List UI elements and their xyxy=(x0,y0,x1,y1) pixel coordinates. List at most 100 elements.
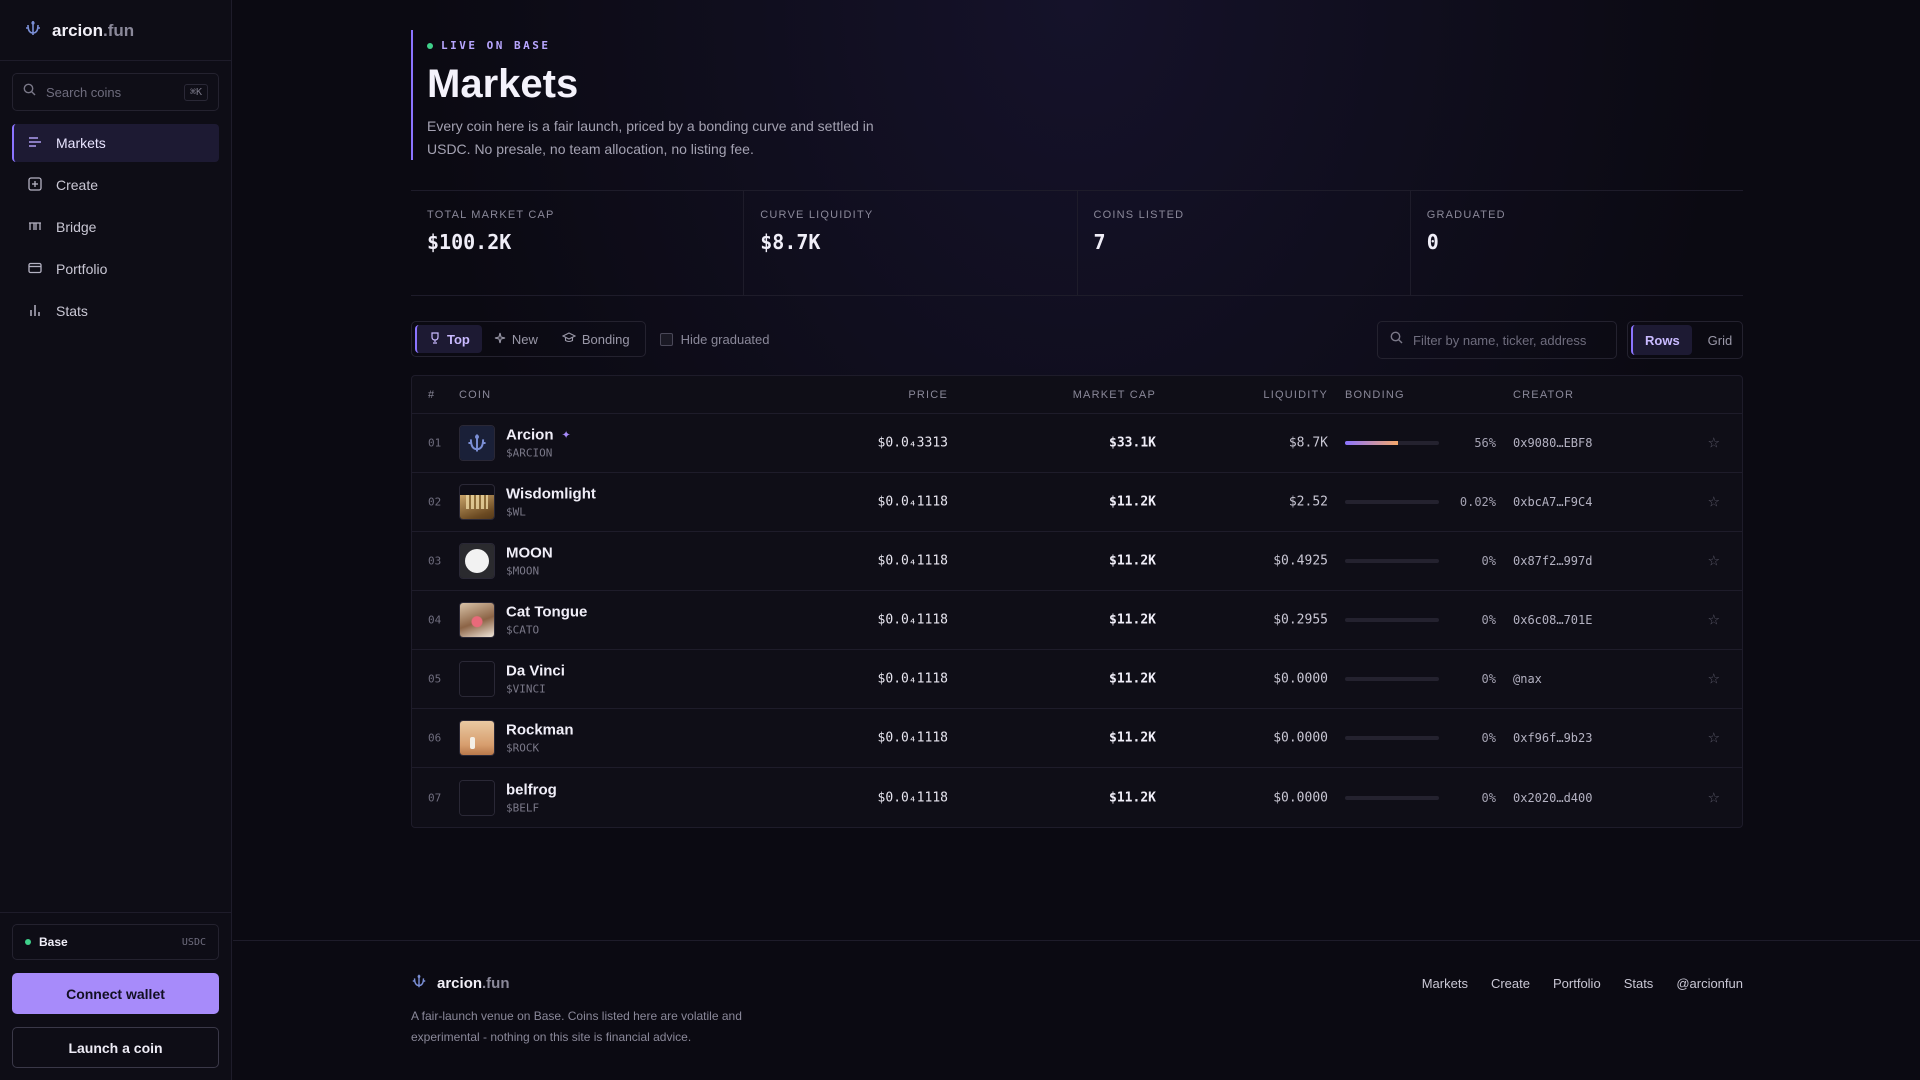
stat-label: TOTAL MARKET CAP xyxy=(427,209,555,221)
star-icon[interactable]: ☆ xyxy=(1707,494,1720,511)
coin-info[interactable]: Wisdomlight $WL xyxy=(506,486,596,519)
table-row[interactable]: 01 Arcion ✦ $ARCION $0.0₄3313 $33.1K $8.7K 56% 0… xyxy=(412,414,1742,473)
arcion-logo-icon xyxy=(24,19,42,42)
table-row[interactable]: 02 Wisdomlight $WL $0.0₄1118 $11.2K $2.52 0.02… xyxy=(412,473,1742,532)
footer-link-twitter[interactable]: @arcionfun xyxy=(1676,976,1743,991)
coin-ticker: $BELF xyxy=(506,801,540,814)
table-row[interactable]: 07 belfrog $BELF $0.0₄1118 $11.2K $0.0000 0% 0x… xyxy=(412,768,1742,827)
sidebar-item-portfolio[interactable]: Portfolio xyxy=(12,250,219,288)
coin-info[interactable]: Da Vinci $VINCI xyxy=(506,663,565,696)
coin-price: $0.0₄1118 xyxy=(877,790,948,805)
coin-creator[interactable]: 0x6c08…701E xyxy=(1513,613,1592,627)
tab-new[interactable]: New xyxy=(482,325,550,353)
coin-liquidity: $0.0000 xyxy=(1273,790,1328,805)
bonding-progress-bar xyxy=(1345,441,1439,445)
search-icon xyxy=(23,83,36,101)
table-row[interactable]: 03 MOON $MOON $0.0₄1118 $11.2K $0.4925 0% 0x87f… xyxy=(412,532,1742,591)
search-input[interactable]: Search coins xyxy=(46,85,174,100)
header-market-cap[interactable]: MARKET CAP xyxy=(1073,389,1156,401)
row-rank: 06 xyxy=(428,731,442,745)
table-row[interactable]: 04 Cat Tongue $CATO $0.0₄1118 $11.2K $0.2955 0… xyxy=(412,591,1742,650)
star-icon[interactable]: ☆ xyxy=(1707,789,1720,806)
header-coin[interactable]: COIN xyxy=(459,389,491,401)
view-rows-button[interactable]: Rows xyxy=(1631,325,1692,355)
coin-market-cap: $33.1K xyxy=(1109,435,1156,451)
search-box[interactable]: Search coins ⌘K xyxy=(12,73,219,111)
main-content: LIVE ON BASE Markets Every coin here is … xyxy=(233,0,1920,1080)
table-row[interactable]: 05 Da Vinci $VINCI $0.0₄1118 $11.2K $0.0000 0%… xyxy=(412,650,1742,709)
sidebar-item-label: Markets xyxy=(56,135,106,151)
coin-info[interactable]: Cat Tongue $CATO xyxy=(506,604,587,637)
coin-info[interactable]: MOON $MOON xyxy=(506,545,553,578)
coin-liquidity: $0.2955 xyxy=(1273,612,1328,628)
coin-creator[interactable]: 0x9080…EBF8 xyxy=(1513,436,1592,450)
bonding-percent: 0% xyxy=(1481,731,1496,745)
coin-info[interactable]: Arcion ✦ $ARCION xyxy=(506,427,571,460)
coin-market-cap: $11.2K xyxy=(1109,790,1156,805)
coin-liquidity: $0.0000 xyxy=(1273,730,1328,746)
footer-link-portfolio[interactable]: Portfolio xyxy=(1553,976,1601,991)
star-icon[interactable]: ☆ xyxy=(1707,612,1720,629)
sidebar-item-create[interactable]: Create xyxy=(12,166,219,204)
tab-label: Top xyxy=(447,331,470,347)
stat-graduated: GRADUATED 0 xyxy=(1411,191,1743,295)
star-icon[interactable]: ☆ xyxy=(1707,435,1720,452)
footer-link-markets[interactable]: Markets xyxy=(1422,976,1468,991)
tab-bonding[interactable]: Bonding xyxy=(550,325,642,353)
filter-search-box[interactable]: Filter by name, ticker, address xyxy=(1377,321,1617,359)
star-icon[interactable]: ☆ xyxy=(1707,730,1720,747)
header-bonding[interactable]: BONDING xyxy=(1345,389,1405,401)
live-badge: LIVE ON BASE xyxy=(427,39,887,52)
bonding-percent: 56% xyxy=(1474,436,1496,450)
brand-name: arcion.fun xyxy=(52,20,135,40)
tab-top[interactable]: Top xyxy=(415,325,482,353)
sidebar-item-bridge[interactable]: Bridge xyxy=(12,208,219,246)
coin-market-cap: $11.2K xyxy=(1109,553,1156,569)
coin-creator[interactable]: @nax xyxy=(1513,672,1542,686)
header-price[interactable]: PRICE xyxy=(908,389,948,401)
footer-link-stats[interactable]: Stats xyxy=(1624,976,1654,991)
launch-coin-button[interactable]: Launch a coin xyxy=(12,1027,219,1068)
coin-creator[interactable]: 0xf96f…9b23 xyxy=(1513,731,1592,745)
network-selector[interactable]: Base USDC xyxy=(12,924,219,960)
sidebar-item-stats[interactable]: Stats xyxy=(12,292,219,330)
hide-graduated-toggle[interactable]: Hide graduated xyxy=(659,332,770,347)
live-label: LIVE ON BASE xyxy=(441,39,551,52)
coin-avatar xyxy=(459,779,495,816)
star-icon[interactable]: ☆ xyxy=(1707,553,1720,570)
sidebar-divider xyxy=(0,912,231,913)
live-dot xyxy=(427,42,433,49)
table-row[interactable]: 06 Rockman $ROCK $0.0₄1118 $11.2K $0.0000 0% 0x… xyxy=(412,709,1742,768)
coin-creator[interactable]: 0x2020…d400 xyxy=(1513,791,1592,805)
hide-graduated-checkbox[interactable] xyxy=(659,332,673,346)
sidebar-item-label: Portfolio xyxy=(56,261,108,277)
sparkle-icon xyxy=(494,332,506,347)
coin-ticker: $VINCI xyxy=(506,682,546,696)
header-liquidity[interactable]: LIQUIDITY xyxy=(1263,389,1328,401)
brand-logo[interactable]: arcion.fun xyxy=(24,19,134,42)
page-subtitle: Every coin here is a fair launch, priced… xyxy=(427,118,874,157)
coin-info[interactable]: Rockman $ROCK xyxy=(506,722,574,755)
coin-info[interactable]: belfrog $BELF xyxy=(506,781,557,814)
coin-price: $0.0₄1118 xyxy=(877,671,948,687)
view-grid-button[interactable]: Grid xyxy=(1696,325,1745,355)
table-header: # COIN PRICE MARKET CAP LIQUIDITY BONDIN… xyxy=(412,376,1742,414)
coin-creator[interactable]: 0x87f2…997d xyxy=(1513,554,1592,568)
bonding-percent: 0% xyxy=(1481,554,1496,568)
coin-avatar xyxy=(459,484,495,520)
network-status-dot xyxy=(25,939,31,945)
coin-liquidity: $0.0000 xyxy=(1273,671,1328,687)
filter-input[interactable]: Filter by name, ticker, address xyxy=(1413,333,1586,348)
star-icon[interactable]: ☆ xyxy=(1707,671,1720,688)
view-toggle: Rows Grid xyxy=(1627,321,1743,359)
search-shortcut-badge: ⌘K xyxy=(183,83,208,101)
footer-link-create[interactable]: Create xyxy=(1491,976,1530,991)
hero: LIVE ON BASE Markets Every coin here is … xyxy=(411,30,887,160)
sidebar: arcion.fun Search coins ⌘K Markets Creat… xyxy=(0,0,232,1080)
page-title: Markets xyxy=(427,62,579,106)
sidebar-item-markets[interactable]: Markets xyxy=(12,124,219,162)
filter-bar: Top New Bonding Hide graduated xyxy=(411,321,770,357)
footer-brand[interactable]: arcion.fun xyxy=(411,973,510,994)
coin-creator[interactable]: 0xbcA7…F9C4 xyxy=(1513,495,1592,509)
connect-wallet-button[interactable]: Connect wallet xyxy=(12,973,219,1014)
